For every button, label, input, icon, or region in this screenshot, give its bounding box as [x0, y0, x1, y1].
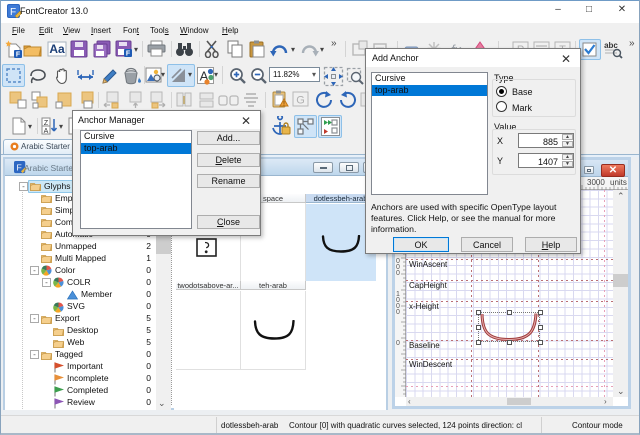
- svg-text:G: G: [296, 95, 305, 107]
- svg-text:abc: abc: [604, 41, 618, 50]
- svg-text:F: F: [126, 51, 131, 58]
- svg-text:Aa: Aa: [49, 42, 65, 56]
- svg-text:!: !: [283, 102, 285, 108]
- svg-text:F: F: [17, 163, 22, 173]
- svg-text:A: A: [44, 128, 49, 135]
- svg-text:F: F: [16, 52, 21, 59]
